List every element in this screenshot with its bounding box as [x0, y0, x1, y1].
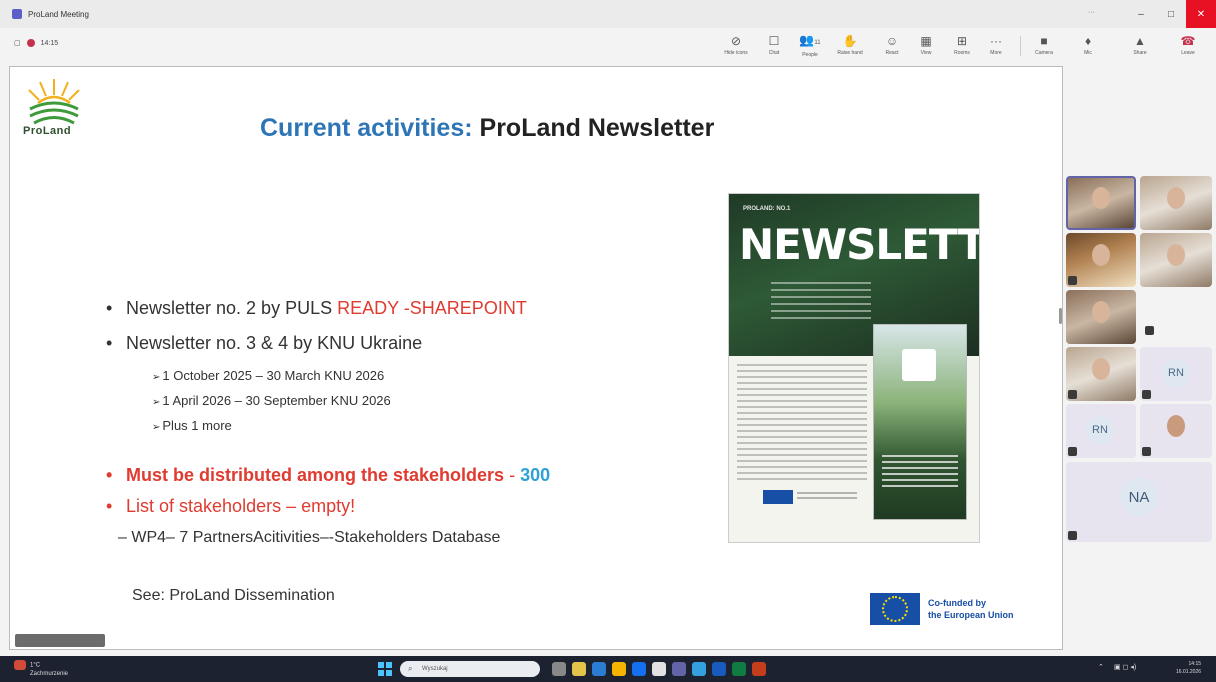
maximize-button[interactable]: □ [1156, 0, 1186, 28]
title-bar: ProLand Meeting ··· – □ ✕ [0, 0, 1216, 28]
mic-off-icon [1068, 531, 1077, 540]
participant-tile[interactable] [1140, 404, 1212, 458]
mic-off-icon [1142, 447, 1151, 456]
bullet-item-distribution: • Must be distributed among the stakehold… [106, 465, 551, 485]
chrome-icon[interactable] [612, 662, 626, 676]
mic-off-icon [1068, 276, 1077, 285]
slide-title: Current activities: ProLand Newsletter [260, 114, 715, 142]
shield-icon: ▢ [14, 40, 21, 47]
shared-slide: ProLand Current activities: ProLand News… [9, 66, 1063, 650]
mic-off-icon [1068, 447, 1077, 456]
rooms-icon: ⊞ [956, 34, 968, 48]
newsletter-image: PROLAND: NO.1 NEWSLETTER [728, 193, 980, 543]
dash-item: – WP4– 7 PartnersAcitivities–-Stakeholde… [118, 529, 501, 546]
avatar: RN [1086, 416, 1114, 444]
mic-icon: ♦ [1084, 34, 1092, 48]
close-button[interactable]: ✕ [1186, 0, 1216, 28]
network-indicator: ··· [1088, 9, 1095, 16]
system-clock[interactable]: 14:15 16.01.2026 [1176, 660, 1201, 676]
participant-tile[interactable]: RN [1066, 404, 1136, 458]
sub-bullet-item: ➢ 1 April 2026 – 30 September KNU 2026 [152, 393, 391, 408]
bullet-item: • Newsletter no. 2 by PULS READY -SHAREPO… [106, 298, 527, 318]
mic-off-icon [1145, 326, 1154, 335]
participant-tile[interactable] [1066, 290, 1136, 344]
search-icon: ⌕ [408, 664, 413, 673]
participant-tile[interactable]: RN [1140, 347, 1212, 401]
panel-resize-handle[interactable] [1059, 308, 1062, 324]
view-button[interactable]: ▦ View [906, 30, 946, 60]
window-title: ProLand Meeting [28, 9, 89, 19]
newsletter-title: NEWSLETTER [739, 220, 979, 269]
presenter-caption[interactable] [15, 634, 105, 647]
mic-off-icon [1142, 390, 1151, 399]
eu-flag-icon [763, 490, 793, 504]
avatar: NA [1120, 478, 1158, 516]
share-button[interactable]: ▲ Share [1120, 30, 1160, 60]
bullet-item: • Newsletter no. 3 & 4 by KNU Ukraine [106, 333, 423, 353]
see-reference: See: ProLand Dissemination [132, 587, 335, 604]
app-icon[interactable] [692, 662, 706, 676]
minimize-button[interactable]: – [1126, 0, 1156, 28]
eu-cofunded-badge: Co-funded by the European Union [870, 593, 1014, 625]
sub-bullet-item: ➢ Plus 1 more [152, 418, 232, 433]
chevron-up-icon[interactable]: ⌃ [1098, 663, 1104, 671]
participant-tile[interactable] [1140, 176, 1212, 230]
avatar: RN [1162, 359, 1190, 387]
meeting-timer: 14:15 [40, 39, 59, 47]
chat-button[interactable]: ☐ Chat [754, 30, 794, 60]
more-icon: ··· [990, 34, 1002, 48]
newsletter-label: PROLAND: NO.1 [743, 206, 791, 212]
participant-tile[interactable] [1066, 176, 1136, 230]
bullet-item-stakeholders: • List of stakeholders – empty! [106, 496, 356, 516]
mic-off-icon [1068, 390, 1077, 399]
grid-icon: ▦ [920, 34, 932, 48]
teams-icon[interactable] [672, 662, 686, 676]
outlook-icon[interactable] [632, 662, 646, 676]
powerpoint-icon[interactable] [752, 662, 766, 676]
mic-button[interactable]: ♦ Mic [1068, 30, 1108, 60]
meeting-toolbar: ▢ 14:15 ⊘ Hide icons ☐ Chat 👥11 People ✋… [0, 28, 1216, 62]
participant-tile[interactable] [1140, 233, 1212, 287]
people-icon: 👥11 [799, 32, 821, 47]
store-icon[interactable] [652, 662, 666, 676]
file-explorer-icon[interactable] [572, 662, 586, 676]
smile-icon: ☺ [885, 34, 899, 48]
newsletter-cover [873, 324, 967, 520]
hide-icons-icon: ⊘ [730, 34, 742, 48]
tray-icons[interactable]: ▣ ◻ ◂) [1114, 663, 1136, 671]
camera-icon: ■ [1040, 34, 1048, 48]
taskbar-search[interactable]: ⌕ Wyszukaj [400, 661, 540, 677]
taskbar: 1°C Zachmurzenie ⌕ Wyszukaj ⌃ ▣ ◻ ◂) 14:… [0, 656, 1216, 682]
eu-flag-icon [870, 593, 920, 625]
hand-icon: ✋ [842, 34, 858, 48]
toolbar-divider [1020, 36, 1021, 56]
recording-icon [26, 39, 35, 47]
start-button[interactable] [378, 662, 392, 676]
participant-tile[interactable]: NA [1066, 462, 1212, 542]
task-view-icon[interactable] [552, 662, 566, 676]
edge-icon[interactable] [592, 662, 606, 676]
weather-icon [14, 660, 26, 670]
leave-button[interactable]: ☎ Leave [1168, 30, 1208, 60]
logo-text: ProLand [23, 125, 72, 137]
meeting-status: ▢ 14:15 [14, 39, 58, 47]
raise-hand-button[interactable]: ✋ Raise hand [830, 30, 870, 60]
app-icon [12, 9, 22, 19]
word-icon[interactable] [712, 662, 726, 676]
weather-widget[interactable]: 1°C Zachmurzenie [14, 660, 68, 678]
bullet-list: • Newsletter no. 2 by PULS READY -SHAREPO… [106, 293, 726, 553]
people-button[interactable]: 👥11 People [790, 30, 830, 60]
excel-icon[interactable] [732, 662, 746, 676]
participant-tile[interactable] [1066, 347, 1136, 401]
hide-icons-button[interactable]: ⊘ Hide icons [716, 30, 756, 60]
participant-tile[interactable] [1066, 233, 1136, 287]
camera-button[interactable]: ■ Camera [1024, 30, 1064, 60]
share-icon: ▲ [1134, 34, 1146, 48]
more-button[interactable]: ··· More [976, 30, 1016, 60]
chat-icon: ☐ [768, 34, 780, 48]
sub-bullet-item: ➢ 1 October 2025 – 30 March KNU 2026 [152, 368, 385, 383]
phone-icon: ☎ [1180, 34, 1196, 48]
